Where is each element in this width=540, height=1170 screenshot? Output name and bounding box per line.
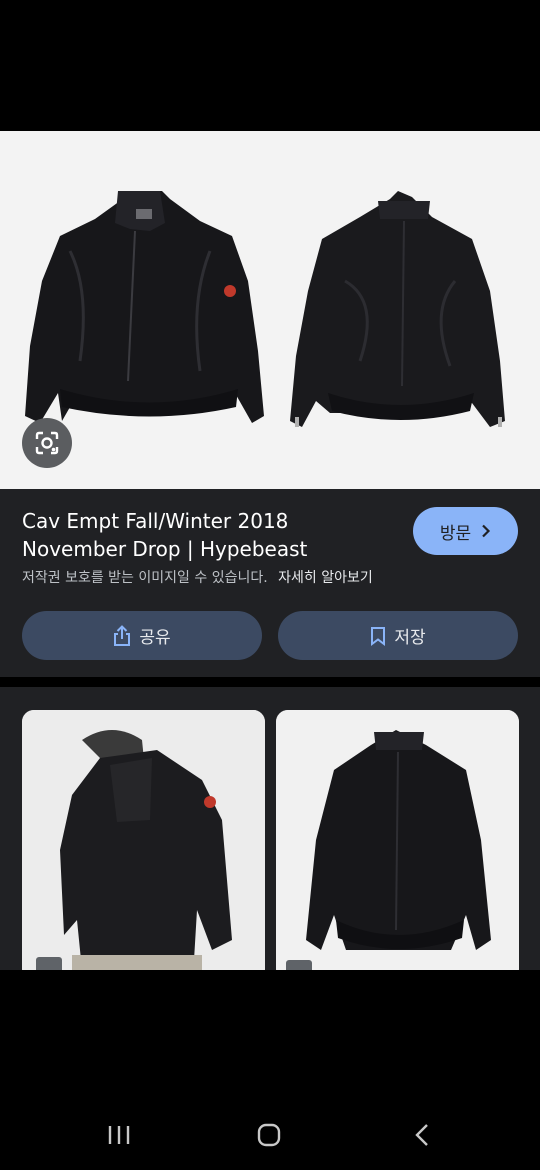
jacket-image	[25, 191, 505, 427]
recents-icon[interactable]	[106, 1122, 132, 1148]
share-button[interactable]: 공유	[22, 611, 262, 660]
save-button[interactable]: 저장	[278, 611, 518, 660]
visit-button-label: 방문	[439, 523, 472, 544]
copyright-notice: 저작권 보호를 받는 이미지일 수 있습니다. 자세히 알아보기	[22, 567, 373, 587]
share-icon	[114, 624, 131, 646]
learn-more-link[interactable]: 자세히 알아보기	[278, 570, 373, 586]
share-label: 공유	[139, 628, 171, 648]
save-label: 저장	[394, 628, 426, 648]
result-title-line2[interactable]: November Drop | Hypebeast	[22, 535, 392, 563]
home-icon[interactable]	[256, 1122, 282, 1148]
related-image-2[interactable]	[276, 710, 519, 970]
visit-button[interactable]: 방문	[413, 507, 518, 555]
copyright-text: 저작권 보호를 받는 이미지일 수 있습니다.	[22, 570, 268, 586]
google-lens-icon	[35, 431, 59, 455]
bookmark-icon	[371, 626, 386, 646]
related-images	[0, 687, 540, 970]
result-title-line1[interactable]: Cav Empt Fall/Winter 2018	[22, 507, 392, 535]
jacket-back	[290, 191, 505, 427]
result-title[interactable]: Cav Empt Fall/Winter 2018 November Drop …	[22, 507, 392, 563]
related-image-1-picture	[22, 710, 265, 970]
related-image-1[interactable]	[22, 710, 265, 970]
chevron-right-icon	[482, 524, 491, 538]
related-image-2-picture	[276, 710, 519, 970]
google-lens-button[interactable]	[22, 418, 72, 468]
back-icon[interactable]	[410, 1122, 436, 1148]
section-divider	[0, 677, 540, 687]
hero-image[interactable]	[0, 131, 540, 489]
jacket-front	[25, 191, 264, 423]
